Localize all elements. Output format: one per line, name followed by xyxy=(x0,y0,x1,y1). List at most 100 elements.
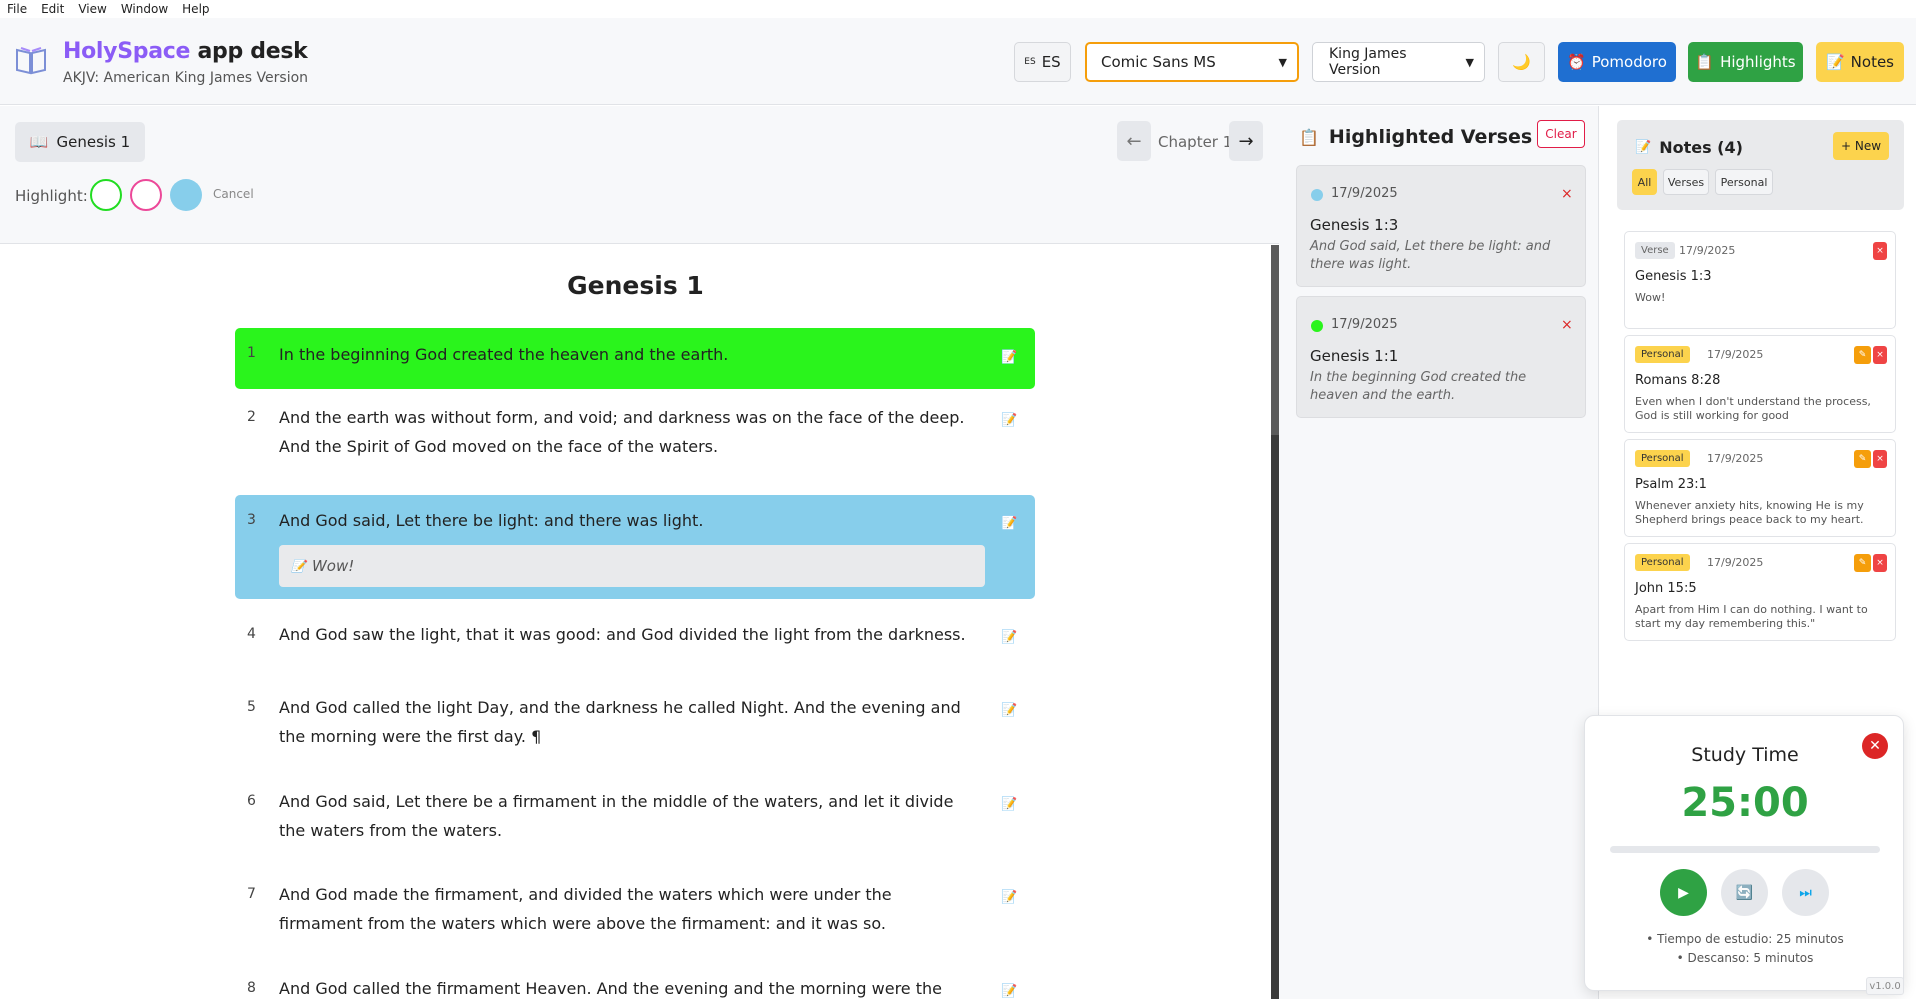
prev-chapter-button[interactable]: ← xyxy=(1117,121,1151,161)
highlight-color-pink[interactable] xyxy=(130,179,162,211)
note-text: Whenever anxiety hits, knowing He is my … xyxy=(1635,499,1864,526)
verse-number: 6 xyxy=(247,793,256,809)
verse-text: And God saw the light, that it was good:… xyxy=(279,625,966,644)
filter-verses[interactable]: Verses xyxy=(1663,169,1709,195)
highlight-label: Highlight: xyxy=(15,187,88,205)
highlight-cancel-button[interactable]: Cancel xyxy=(213,187,254,201)
remove-highlight-button[interactable]: × xyxy=(1561,186,1573,202)
verse-7[interactable]: 7 And God made the firmament, and divide… xyxy=(235,880,1035,952)
open-book-icon xyxy=(16,47,46,75)
edit-note-icon[interactable]: ✎ xyxy=(1854,450,1871,468)
add-note-icon[interactable]: 📝 xyxy=(1001,984,1017,999)
note-card[interactable]: Verse 17/9/2025 × Genesis 1:3 Wow! xyxy=(1624,231,1896,329)
book-chapter-button[interactable]: 📖 Genesis 1 xyxy=(15,122,145,162)
app-version: v1.0.0 xyxy=(1866,977,1904,995)
menu-bar: File Edit View Window Help xyxy=(0,0,1916,18)
verse-note[interactable]: 📝 Wow! xyxy=(279,545,985,587)
break-duration-info: • Descanso: 5 minutos xyxy=(1676,951,1814,965)
delete-note-button[interactable]: × xyxy=(1873,554,1887,572)
add-note-icon[interactable]: 📝 xyxy=(1001,350,1017,365)
theme-toggle-button[interactable]: 🌙 xyxy=(1498,42,1545,82)
add-note-icon[interactable]: 📝 xyxy=(1001,516,1017,531)
verse-1[interactable]: 1 In the beginning God created the heave… xyxy=(235,328,1035,389)
filter-personal[interactable]: Personal xyxy=(1715,169,1773,195)
note-card[interactable]: Personal 17/9/2025 ✎ × Romans 8:28 Even … xyxy=(1624,335,1896,433)
language-label: ES xyxy=(1041,53,1061,71)
highlight-ref: Genesis 1:1 xyxy=(1310,347,1399,365)
menu-view[interactable]: View xyxy=(78,2,106,16)
verse-text: And God made the firmament, and divided … xyxy=(279,885,892,933)
verse-text: In the beginning God created the heaven … xyxy=(279,345,729,364)
add-note-icon[interactable]: 📝 xyxy=(1001,630,1017,645)
clear-highlights-button[interactable]: Clear xyxy=(1537,120,1585,148)
pomodoro-time: 25:00 xyxy=(1681,780,1809,826)
chevron-down-icon: ▼ xyxy=(1465,55,1474,69)
chevron-down-icon: ▼ xyxy=(1278,55,1287,69)
highlight-card[interactable]: 17/9/2025 × Genesis 1:1 In the beginning… xyxy=(1296,296,1586,418)
next-chapter-button[interactable]: → xyxy=(1229,121,1263,161)
highlight-card[interactable]: 17/9/2025 × Genesis 1:3 And God said, Le… xyxy=(1296,165,1586,287)
skip-button[interactable]: ⏭ xyxy=(1782,869,1829,916)
verse-number: 3 xyxy=(247,512,256,528)
filter-all[interactable]: All xyxy=(1632,169,1657,195)
highlight-date: 17/9/2025 xyxy=(1331,186,1398,201)
highlight-color-green[interactable] xyxy=(90,179,122,211)
verse-number: 7 xyxy=(247,886,256,902)
edit-note-icon[interactable]: ✎ xyxy=(1854,346,1871,364)
verse-6[interactable]: 6 And God said, Let there be a firmament… xyxy=(235,787,1035,859)
add-note-icon[interactable]: 📝 xyxy=(1001,413,1017,428)
highlight-color-blue[interactable] xyxy=(170,179,202,211)
font-select-value: Comic Sans MS xyxy=(1101,53,1216,71)
verse-5[interactable]: 5 And God called the light Day, and the … xyxy=(235,693,1035,765)
notes-button[interactable]: 📝 Notes xyxy=(1816,42,1904,82)
verse-3[interactable]: 3 And God said, Let there be light: and … xyxy=(235,495,1035,599)
note-date: 17/9/2025 xyxy=(1707,348,1764,361)
chapter-title: Genesis 1 xyxy=(567,271,704,300)
version-select-value: King James Version xyxy=(1329,46,1407,78)
reading-area[interactable]: Genesis 1 1 In the beginning God created… xyxy=(0,245,1271,999)
verse-4[interactable]: 4 And God saw the light, that it was goo… xyxy=(235,620,1035,680)
note-tag: Verse xyxy=(1635,242,1675,259)
book-chapter-label: Genesis 1 xyxy=(56,133,131,151)
highlights-button[interactable]: 📋 Highlights xyxy=(1688,42,1803,82)
delete-note-button[interactable]: × xyxy=(1873,450,1887,468)
pomodoro-button[interactable]: ⏰ Pomodoro xyxy=(1558,42,1676,82)
note-card[interactable]: Personal 17/9/2025 ✎ × John 15:5 Apart f… xyxy=(1624,543,1896,641)
note-text: Apart from Him I can do nothing. I want … xyxy=(1635,603,1868,630)
note-tag: Personal xyxy=(1635,554,1690,571)
edit-note-icon[interactable]: ✎ xyxy=(1854,554,1871,572)
clipboard-icon: 📋 xyxy=(1695,53,1715,71)
menu-window[interactable]: Window xyxy=(121,2,168,16)
add-note-icon[interactable]: 📝 xyxy=(1001,797,1017,812)
note-ref: Psalm 23:1 xyxy=(1635,477,1707,492)
verse-2[interactable]: 2 And the earth was without form, and vo… xyxy=(235,403,1035,475)
highlight-color-dot xyxy=(1311,189,1323,201)
reader-toolbar: 📖 Genesis 1 Highlight: Cancel ← Chapter … xyxy=(0,106,1279,244)
menu-help[interactable]: Help xyxy=(182,2,209,16)
play-button[interactable]: ▶ xyxy=(1660,869,1707,916)
add-note-icon[interactable]: 📝 xyxy=(1001,890,1017,905)
menu-file[interactable]: File xyxy=(7,2,27,16)
moon-icon: 🌙 xyxy=(1512,53,1531,71)
language-button[interactable]: ES ES xyxy=(1014,42,1071,82)
note-card[interactable]: Personal 17/9/2025 ✎ × Psalm 23:1 Whenev… xyxy=(1624,439,1896,537)
font-select[interactable]: Comic Sans MS ▼ xyxy=(1085,42,1299,82)
reading-scrollbar-thumb[interactable] xyxy=(1271,245,1279,435)
remove-highlight-button[interactable]: × xyxy=(1561,317,1573,333)
notes-title: 📝 Notes (4) xyxy=(1635,138,1743,157)
add-note-icon[interactable]: 📝 xyxy=(1001,703,1017,718)
note-date: 17/9/2025 xyxy=(1707,556,1764,569)
bible-version-select[interactable]: King James Version ▼ xyxy=(1312,42,1485,82)
reset-icon: 🔄 xyxy=(1735,884,1754,901)
delete-note-button[interactable]: × xyxy=(1873,242,1887,260)
highlights-panel: 📋 Highlighted Verses (2) Clear 17/9/2025… xyxy=(1279,106,1599,999)
new-note-button[interactable]: + New xyxy=(1833,132,1889,160)
reset-button[interactable]: 🔄 xyxy=(1721,869,1768,916)
verse-text: And God called the light Day, and the da… xyxy=(279,698,961,746)
delete-note-button[interactable]: × xyxy=(1873,346,1887,364)
menu-edit[interactable]: Edit xyxy=(41,2,64,16)
highlight-text: In the beginning God created the heaven … xyxy=(1310,370,1527,403)
verse-8[interactable]: 8 And God called the firmament Heaven. A… xyxy=(235,974,1035,999)
notes-title-text: Notes (4) xyxy=(1659,138,1743,157)
language-flag: ES xyxy=(1024,57,1036,67)
